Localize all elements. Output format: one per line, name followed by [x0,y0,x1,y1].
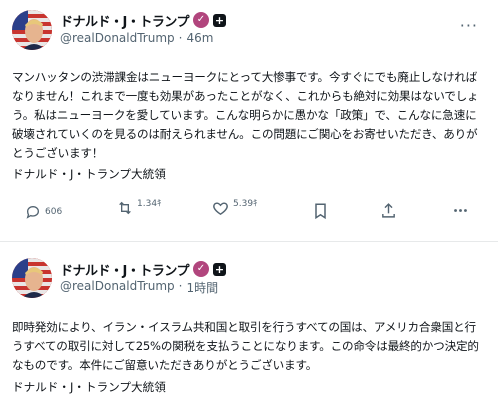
post-time[interactable]: 46m [186,31,213,45]
heart-icon [213,202,228,216]
reply-count: 606 [45,207,63,217]
reply-button[interactable]: 606 [25,204,62,220]
separator-dot: · [178,31,183,45]
separator-dot: · [178,279,183,293]
repost-count: 1.34ｷ [137,198,162,209]
plus-badge-icon: + [212,13,226,27]
post-signature: ドナルド・J・トランプ大統領 [12,380,166,394]
post-2[interactable]: ドナルド・J・トランプ ✓ + @realDonaldTrump · 1時間 即… [0,242,498,401]
action-bar: 606 1.34ｷ 5.39ｷ [0,198,498,226]
reply-icon [26,205,40,219]
bookmark-button[interactable] [313,202,328,220]
author-handle[interactable]: @realDonaldTrump [60,279,175,296]
repost-icon [119,201,131,215]
post-1[interactable]: ドナルド・J・トランプ ✓ + @realDonaldTrump · 46m ·… [0,0,498,235]
post-signature: ドナルド・J・トランプ大統領 [12,167,166,181]
more-options-icon[interactable]: ··· [460,16,478,35]
post-time[interactable]: 1時間 [186,279,218,296]
avatar[interactable] [12,258,52,298]
author-handle[interactable]: @realDonaldTrump [60,31,175,45]
share-icon [382,203,395,218]
verified-badge-icon: ✓ [192,12,209,28]
bookmark-icon [315,203,326,220]
ellipsis-icon [454,209,467,212]
verified-badge-icon: ✓ [192,261,209,277]
more-actions-button[interactable] [452,202,469,219]
author-name[interactable]: ドナルド・J・トランプ [60,260,189,279]
handle-row: @realDonaldTrump · 1時間 [60,279,218,296]
plus-badge-icon: + [212,262,226,276]
post-body: 即時発効により、イラン・イスラム共和国と取引を行うすべての国は、アメリカ合衆国と… [12,320,479,372]
like-count: 5.39ｷ [233,199,258,209]
post-body: マンハッタンの渋滞課金はニューヨークにとって大惨事です。今すぐにでも廃止しなけれ… [12,70,479,160]
like-button[interactable]: 5.39ｷ [212,199,258,217]
avatar[interactable] [12,10,52,50]
name-row: ドナルド・J・トランプ ✓ + [60,258,226,280]
repost-button[interactable]: 1.34ｷ [117,199,162,216]
share-button[interactable] [380,202,397,219]
name-row: ドナルド・J・トランプ ✓ + [60,9,226,31]
handle-row: @realDonaldTrump · 46m [60,31,213,45]
author-name[interactable]: ドナルド・J・トランプ [60,11,189,30]
